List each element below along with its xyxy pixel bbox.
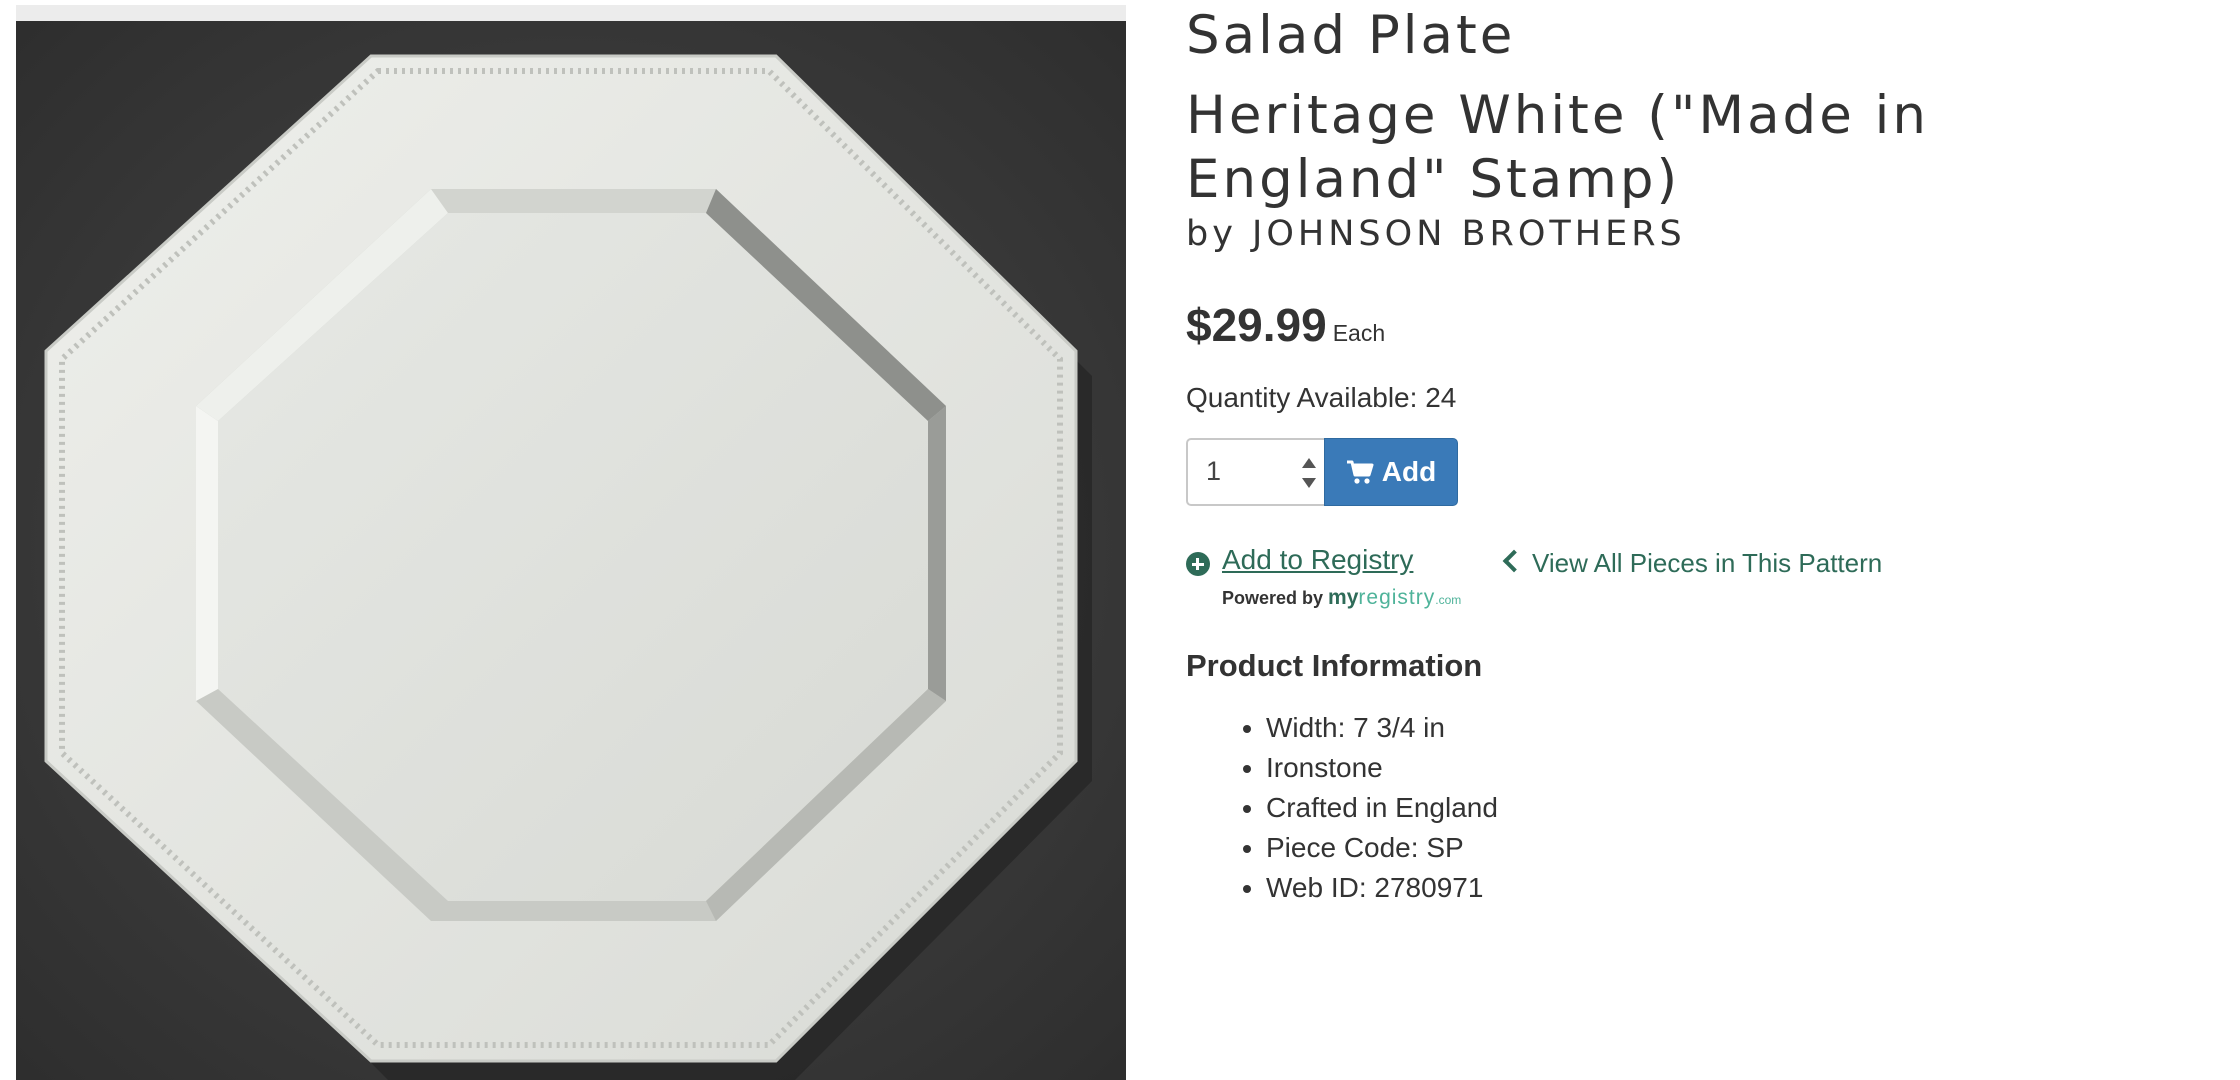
list-item: Web ID: 2780971 (1266, 868, 1498, 908)
price: $29.99 (1186, 299, 1327, 351)
view-all-pieces-link[interactable]: View All Pieces in This Pattern (1502, 548, 1883, 579)
powered-by-label: Powered by (1222, 588, 1324, 608)
product-page: Salad Plate Heritage White ("Made in Eng… (0, 0, 2240, 1080)
add-to-registry-link[interactable]: Add to Registry (1222, 544, 1413, 576)
list-item: Piece Code: SP (1266, 828, 1498, 868)
quantity-value: 1 (1206, 456, 1222, 486)
pattern-name: Heritage White ("Made in England" Stamp) (1186, 85, 1929, 210)
list-item: Ironstone (1266, 748, 1498, 788)
view-all-label: View All Pieces in This Pattern (1532, 548, 1883, 578)
quantity-stepper[interactable]: 1 (1186, 438, 1324, 506)
powered-by-myregistry: Powered by myregistry.com (1222, 586, 1461, 610)
price-row: $29.99 Each (1186, 298, 1385, 352)
add-button-label: Add (1381, 456, 1437, 487)
image-top-bar (16, 5, 1126, 21)
plate-illustration (16, 21, 1126, 1080)
product-information-list: Width: 7 3/4 in Ironstone Crafted in Eng… (1186, 708, 1498, 908)
manufacturer-byline: by JOHNSON BROTHERS (1186, 214, 1686, 254)
spinner-arrows-icon[interactable] (1302, 458, 1316, 488)
list-item: Crafted in England (1266, 788, 1498, 828)
product-title: Salad Plate (1186, 5, 1516, 66)
chevron-left-icon (1502, 549, 1526, 573)
list-item: Width: 7 3/4 in (1266, 708, 1498, 748)
add-to-cart-button[interactable]: Add (1324, 438, 1458, 506)
product-image[interactable] (16, 21, 1126, 1080)
cart-icon (1346, 460, 1374, 484)
plus-circle-icon (1186, 552, 1210, 576)
quantity-available: Quantity Available: 24 (1186, 382, 1457, 413)
price-unit: Each (1332, 320, 1386, 346)
product-information-heading: Product Information (1186, 648, 1483, 683)
add-to-cart-group: 1 Add (1186, 438, 1458, 506)
myregistry-logo: myregistry.com (1328, 586, 1462, 609)
